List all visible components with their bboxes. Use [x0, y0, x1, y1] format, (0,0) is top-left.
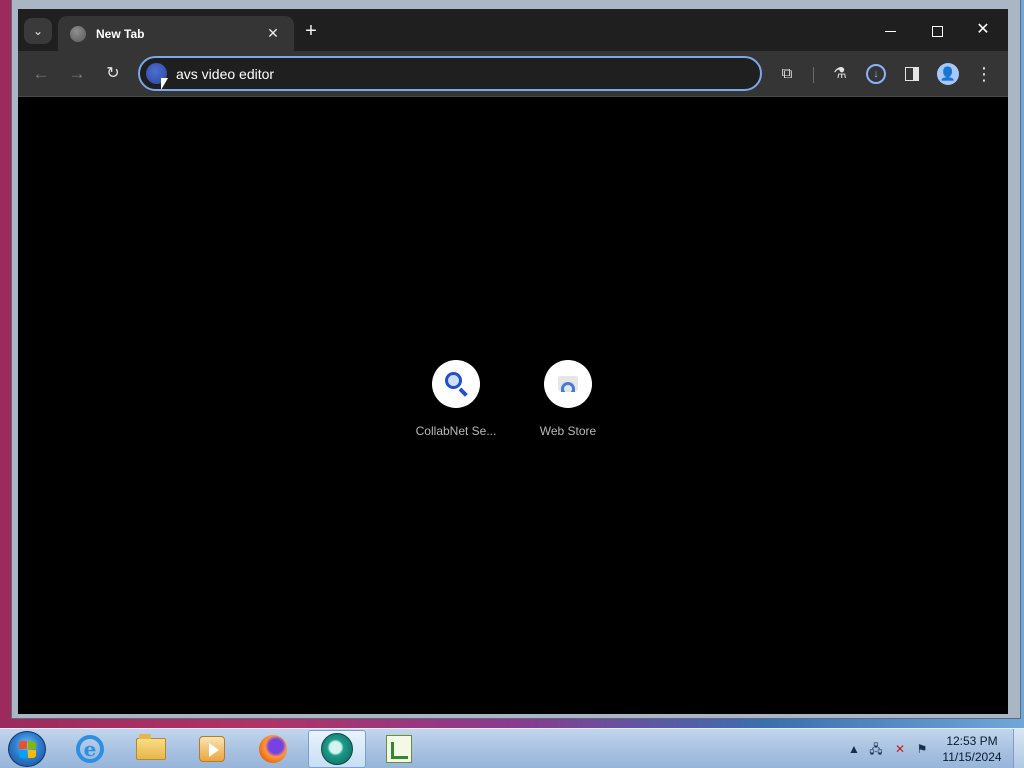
browser-frame: ⌄ New Tab ✕ + ✕ ← → ↻ avs video editor ⧉… [18, 9, 1008, 714]
taskbar-internet-explorer[interactable]: e [61, 730, 119, 768]
clock[interactable]: 12:53 PM 11/15/2024 [937, 733, 1007, 765]
side-panel-icon [905, 67, 919, 82]
network-icon[interactable]: 🖧 [868, 741, 884, 757]
tab-new-tab[interactable]: New Tab ✕ [58, 16, 294, 51]
clock-date: 11/15/2024 [942, 750, 1002, 764]
tab-search-button[interactable]: ⌄ [24, 18, 52, 44]
profile-button[interactable]: 👤 [937, 63, 959, 86]
globe-icon [70, 25, 86, 42]
window-maximize-button[interactable] [922, 19, 952, 41]
maximize-icon [931, 25, 943, 37]
windows-logo-icon [19, 741, 36, 758]
avs-video-editor-icon [321, 733, 353, 765]
chevron-down-icon: ⌄ [32, 24, 44, 38]
chart-editor-icon [386, 735, 412, 763]
firefox-icon [259, 735, 287, 763]
magnifier-icon [445, 372, 462, 389]
browser-menu-button[interactable]: ⋮ [973, 63, 995, 85]
window-minimize-button[interactable] [875, 19, 905, 41]
shortcut-collabnet-search[interactable]: CollabNet Se... [406, 360, 506, 438]
labs-button[interactable]: ⚗ [829, 63, 851, 85]
kebab-menu-icon: ⋮ [975, 64, 993, 84]
taskbar-file-explorer[interactable] [122, 730, 180, 768]
tab-title: New Tab [96, 26, 145, 41]
show-hidden-icons-button[interactable]: ▲ [846, 741, 862, 757]
window-close-button[interactable]: ✕ [968, 19, 998, 41]
shortcut-label: Web Store [539, 424, 597, 438]
side-panel-button[interactable] [901, 63, 923, 85]
toolbar-separator [813, 67, 814, 83]
minimize-icon [884, 30, 896, 33]
avatar-icon: 👤 [937, 63, 959, 86]
forward-button[interactable]: → [65, 62, 89, 86]
tab-close-button[interactable]: ✕ [264, 25, 282, 42]
folder-icon [136, 734, 166, 760]
magnifier-handle-icon [458, 387, 468, 397]
reload-button[interactable]: ↻ [101, 62, 125, 86]
new-tab-button[interactable]: + [300, 20, 322, 42]
browser-window: ⌄ New Tab ✕ + ✕ ← → ↻ avs video editor ⧉… [11, 0, 1021, 719]
web-store-logo-icon [561, 382, 575, 392]
tab-strip: ⌄ New Tab ✕ + ✕ [18, 9, 1008, 51]
taskbar-media-player[interactable] [183, 730, 241, 768]
new-tab-page: CollabNet Se... Web Store [18, 98, 1008, 714]
downloads-button[interactable]: ↓ [865, 63, 887, 85]
show-desktop-button[interactable] [1013, 729, 1024, 768]
action-center-flag-icon[interactable]: ⚑ [914, 741, 930, 757]
browser-toolbar: ← → ↻ ⧉ ⚗ ↓ 👤 [18, 51, 1008, 97]
download-icon: ↓ [866, 64, 886, 85]
internet-explorer-icon: e [76, 735, 104, 763]
volume-muted-icon[interactable]: ✕ [892, 741, 908, 757]
puzzle-icon: ⧉ [781, 65, 793, 82]
media-player-icon [199, 736, 225, 762]
system-tray: ▲ 🖧 ✕ ⚑ 12:53 PM 11/15/2024 [843, 729, 1024, 768]
taskbar-firefox[interactable] [244, 730, 302, 768]
taskbar-avs-video-editor[interactable] [308, 730, 366, 768]
shortcut-icon-container [544, 360, 592, 408]
address-input[interactable] [176, 64, 736, 84]
address-bar[interactable] [138, 56, 762, 91]
start-button[interactable] [8, 731, 46, 767]
back-button[interactable]: ← [29, 62, 53, 86]
shortcut-icon-container [432, 360, 480, 408]
extensions-button[interactable]: ⧉ [776, 63, 798, 85]
shortcut-web-store[interactable]: Web Store [518, 360, 618, 438]
taskbar: e ▲ 🖧 ✕ ⚑ 12:53 PM 11/15/2024 [0, 728, 1024, 768]
clock-time: 12:53 PM [946, 734, 998, 748]
shortcut-label: CollabNet Se... [415, 424, 497, 438]
taskbar-editor-app[interactable] [370, 730, 428, 768]
flask-icon: ⚗ [833, 65, 847, 82]
mouse-cursor-icon [161, 78, 168, 90]
